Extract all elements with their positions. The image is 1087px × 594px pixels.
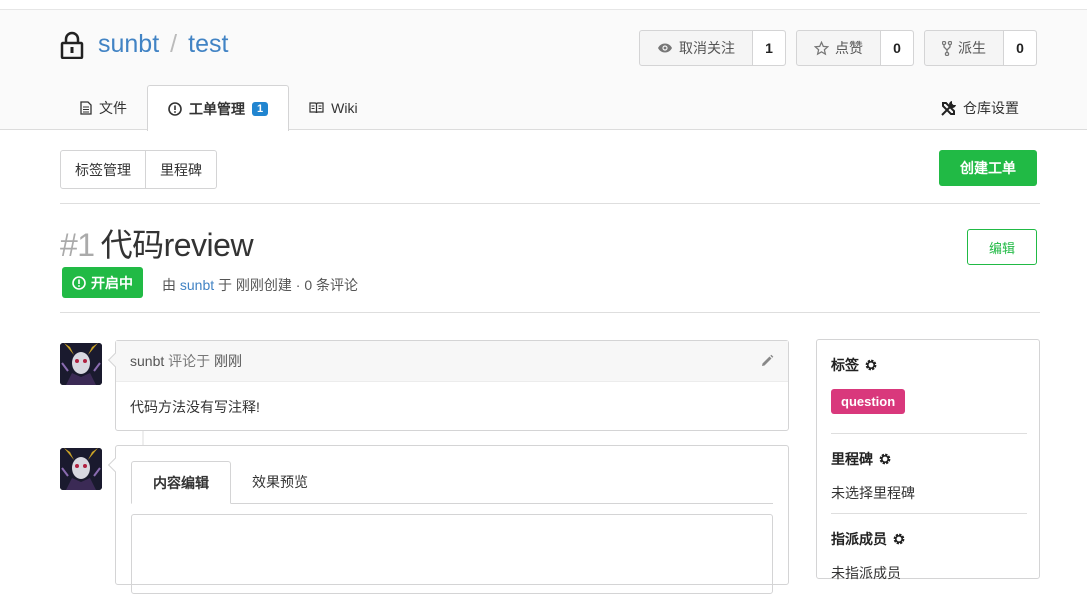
- tab-issues-label: 工单管理: [189, 100, 245, 117]
- issue-title-text: 代码review: [100, 227, 254, 263]
- milestone-section: 里程碑 未选择里程碑: [831, 449, 1027, 503]
- labels-title-text: 标签: [831, 357, 859, 373]
- labels-manage-button[interactable]: 标签管理: [61, 151, 145, 188]
- gear-icon[interactable]: [864, 358, 878, 372]
- divider: [831, 433, 1027, 434]
- tab-files[interactable]: 文件: [60, 85, 147, 130]
- fork-button[interactable]: 派生 0: [924, 30, 1037, 66]
- gear-icon[interactable]: [892, 532, 906, 546]
- comment-body: 代码方法没有写注释!: [130, 399, 260, 415]
- status-badge: 开启中: [62, 267, 143, 298]
- milestone-title[interactable]: 里程碑: [831, 449, 1027, 469]
- fork-label: 派生: [958, 40, 986, 56]
- issue-author-link[interactable]: sunbt: [180, 277, 214, 293]
- comment-action: 评论于: [168, 353, 211, 369]
- issue-opened-icon: [72, 275, 86, 290]
- milestones-button[interactable]: 里程碑: [145, 151, 216, 188]
- assignee-section: 指派成员 未指派成员: [831, 529, 1027, 583]
- meta-prefix: 由: [162, 277, 176, 293]
- milestone-value: 未选择里程碑: [831, 485, 915, 501]
- labels-section: 标签 question: [831, 355, 1027, 414]
- top-border: [0, 0, 1087, 10]
- watch-count[interactable]: 1: [752, 31, 785, 65]
- tools-icon: [940, 100, 957, 117]
- fork-label-wrap[interactable]: 派生: [925, 31, 1003, 65]
- issue-meta: 由 sunbt 于 刚刚创建 · 0 条评论: [162, 275, 358, 295]
- book-icon: [309, 101, 324, 114]
- meta-suffix: 于 刚刚创建 · 0 条评论: [218, 277, 359, 293]
- star-label: 点赞: [835, 40, 863, 56]
- avatar[interactable]: [60, 343, 102, 385]
- labels-title[interactable]: 标签: [831, 355, 1027, 375]
- issue-number: #1: [60, 227, 95, 263]
- create-issue-button[interactable]: 创建工单: [939, 150, 1037, 186]
- editor-arrow: [107, 457, 123, 473]
- fork-icon: [942, 40, 952, 56]
- comment-meta: sunbt 评论于 刚刚: [130, 351, 242, 371]
- star-count[interactable]: 0: [880, 31, 913, 65]
- issues-count-badge: 1: [252, 101, 269, 116]
- divider: [60, 312, 1040, 313]
- unwatch-label-wrap[interactable]: 取消关注: [640, 31, 752, 65]
- comment-author[interactable]: sunbt: [130, 353, 164, 369]
- divider: [831, 513, 1027, 514]
- repo-name-link[interactable]: test: [188, 30, 228, 59]
- comment-time: 刚刚: [214, 353, 243, 369]
- issue-label[interactable]: question: [831, 389, 906, 414]
- issue-opened-icon: [168, 101, 182, 116]
- milestone-title-text: 里程碑: [831, 451, 873, 467]
- repo-header: sunbt / test 取消关注 1 点赞 0 派生 0 文件 工单管理 1 …: [0, 10, 1087, 131]
- status-label: 开启中: [91, 274, 133, 291]
- assignee-value: 未指派成员: [831, 565, 901, 581]
- tab-issues[interactable]: 工单管理 1: [147, 85, 290, 131]
- tab-files-label: 文件: [99, 99, 127, 116]
- comment-editor: 内容编辑 效果预览: [107, 445, 789, 594]
- star-button[interactable]: 点赞 0: [796, 30, 914, 66]
- repo-tabs: 文件 工单管理 1 Wiki: [60, 85, 378, 131]
- star-icon: [814, 40, 829, 56]
- tab-preview[interactable]: 效果预览: [231, 461, 329, 503]
- tab-wiki[interactable]: Wiki: [289, 85, 377, 130]
- repo-separator: /: [170, 30, 178, 58]
- file-icon: [80, 100, 92, 115]
- tab-wiki-label: Wiki: [331, 99, 358, 116]
- avatar[interactable]: [60, 448, 102, 490]
- editor-tabs: 内容编辑 效果预览: [131, 461, 773, 504]
- assignee-title[interactable]: 指派成员: [831, 529, 1027, 549]
- repo-actions: 取消关注 1 点赞 0 派生 0: [639, 30, 1037, 66]
- issue-sidebar: 标签 question 里程碑 未选择里程碑 指派成员 未指派成员: [816, 339, 1040, 581]
- unwatch-label: 取消关注: [679, 40, 735, 56]
- fork-count[interactable]: 0: [1003, 31, 1036, 65]
- repo-owner-link[interactable]: sunbt: [98, 30, 159, 59]
- comment-textarea[interactable]: [131, 514, 773, 594]
- unwatch-button[interactable]: 取消关注 1: [639, 30, 786, 66]
- gear-icon[interactable]: [878, 452, 892, 466]
- divider: [60, 203, 1040, 204]
- issue-title: #1 代码review: [60, 220, 254, 266]
- repo-settings-link[interactable]: 仓库设置: [940, 98, 1019, 118]
- tab-write[interactable]: 内容编辑: [131, 461, 231, 504]
- edit-issue-button[interactable]: 编辑: [967, 229, 1037, 265]
- issue-subnav: 标签管理 里程碑: [60, 150, 217, 189]
- pencil-icon[interactable]: [760, 354, 774, 368]
- comment: sunbt 评论于 刚刚 代码方法没有写注释!: [107, 340, 789, 431]
- eye-icon: [657, 42, 673, 54]
- assignee-title-text: 指派成员: [831, 531, 887, 547]
- repo-title: sunbt / test: [60, 30, 228, 59]
- comment-header: sunbt 评论于 刚刚: [116, 341, 788, 382]
- lock-icon: [60, 31, 84, 59]
- star-label-wrap[interactable]: 点赞: [797, 31, 880, 65]
- repo-settings-label: 仓库设置: [963, 100, 1019, 116]
